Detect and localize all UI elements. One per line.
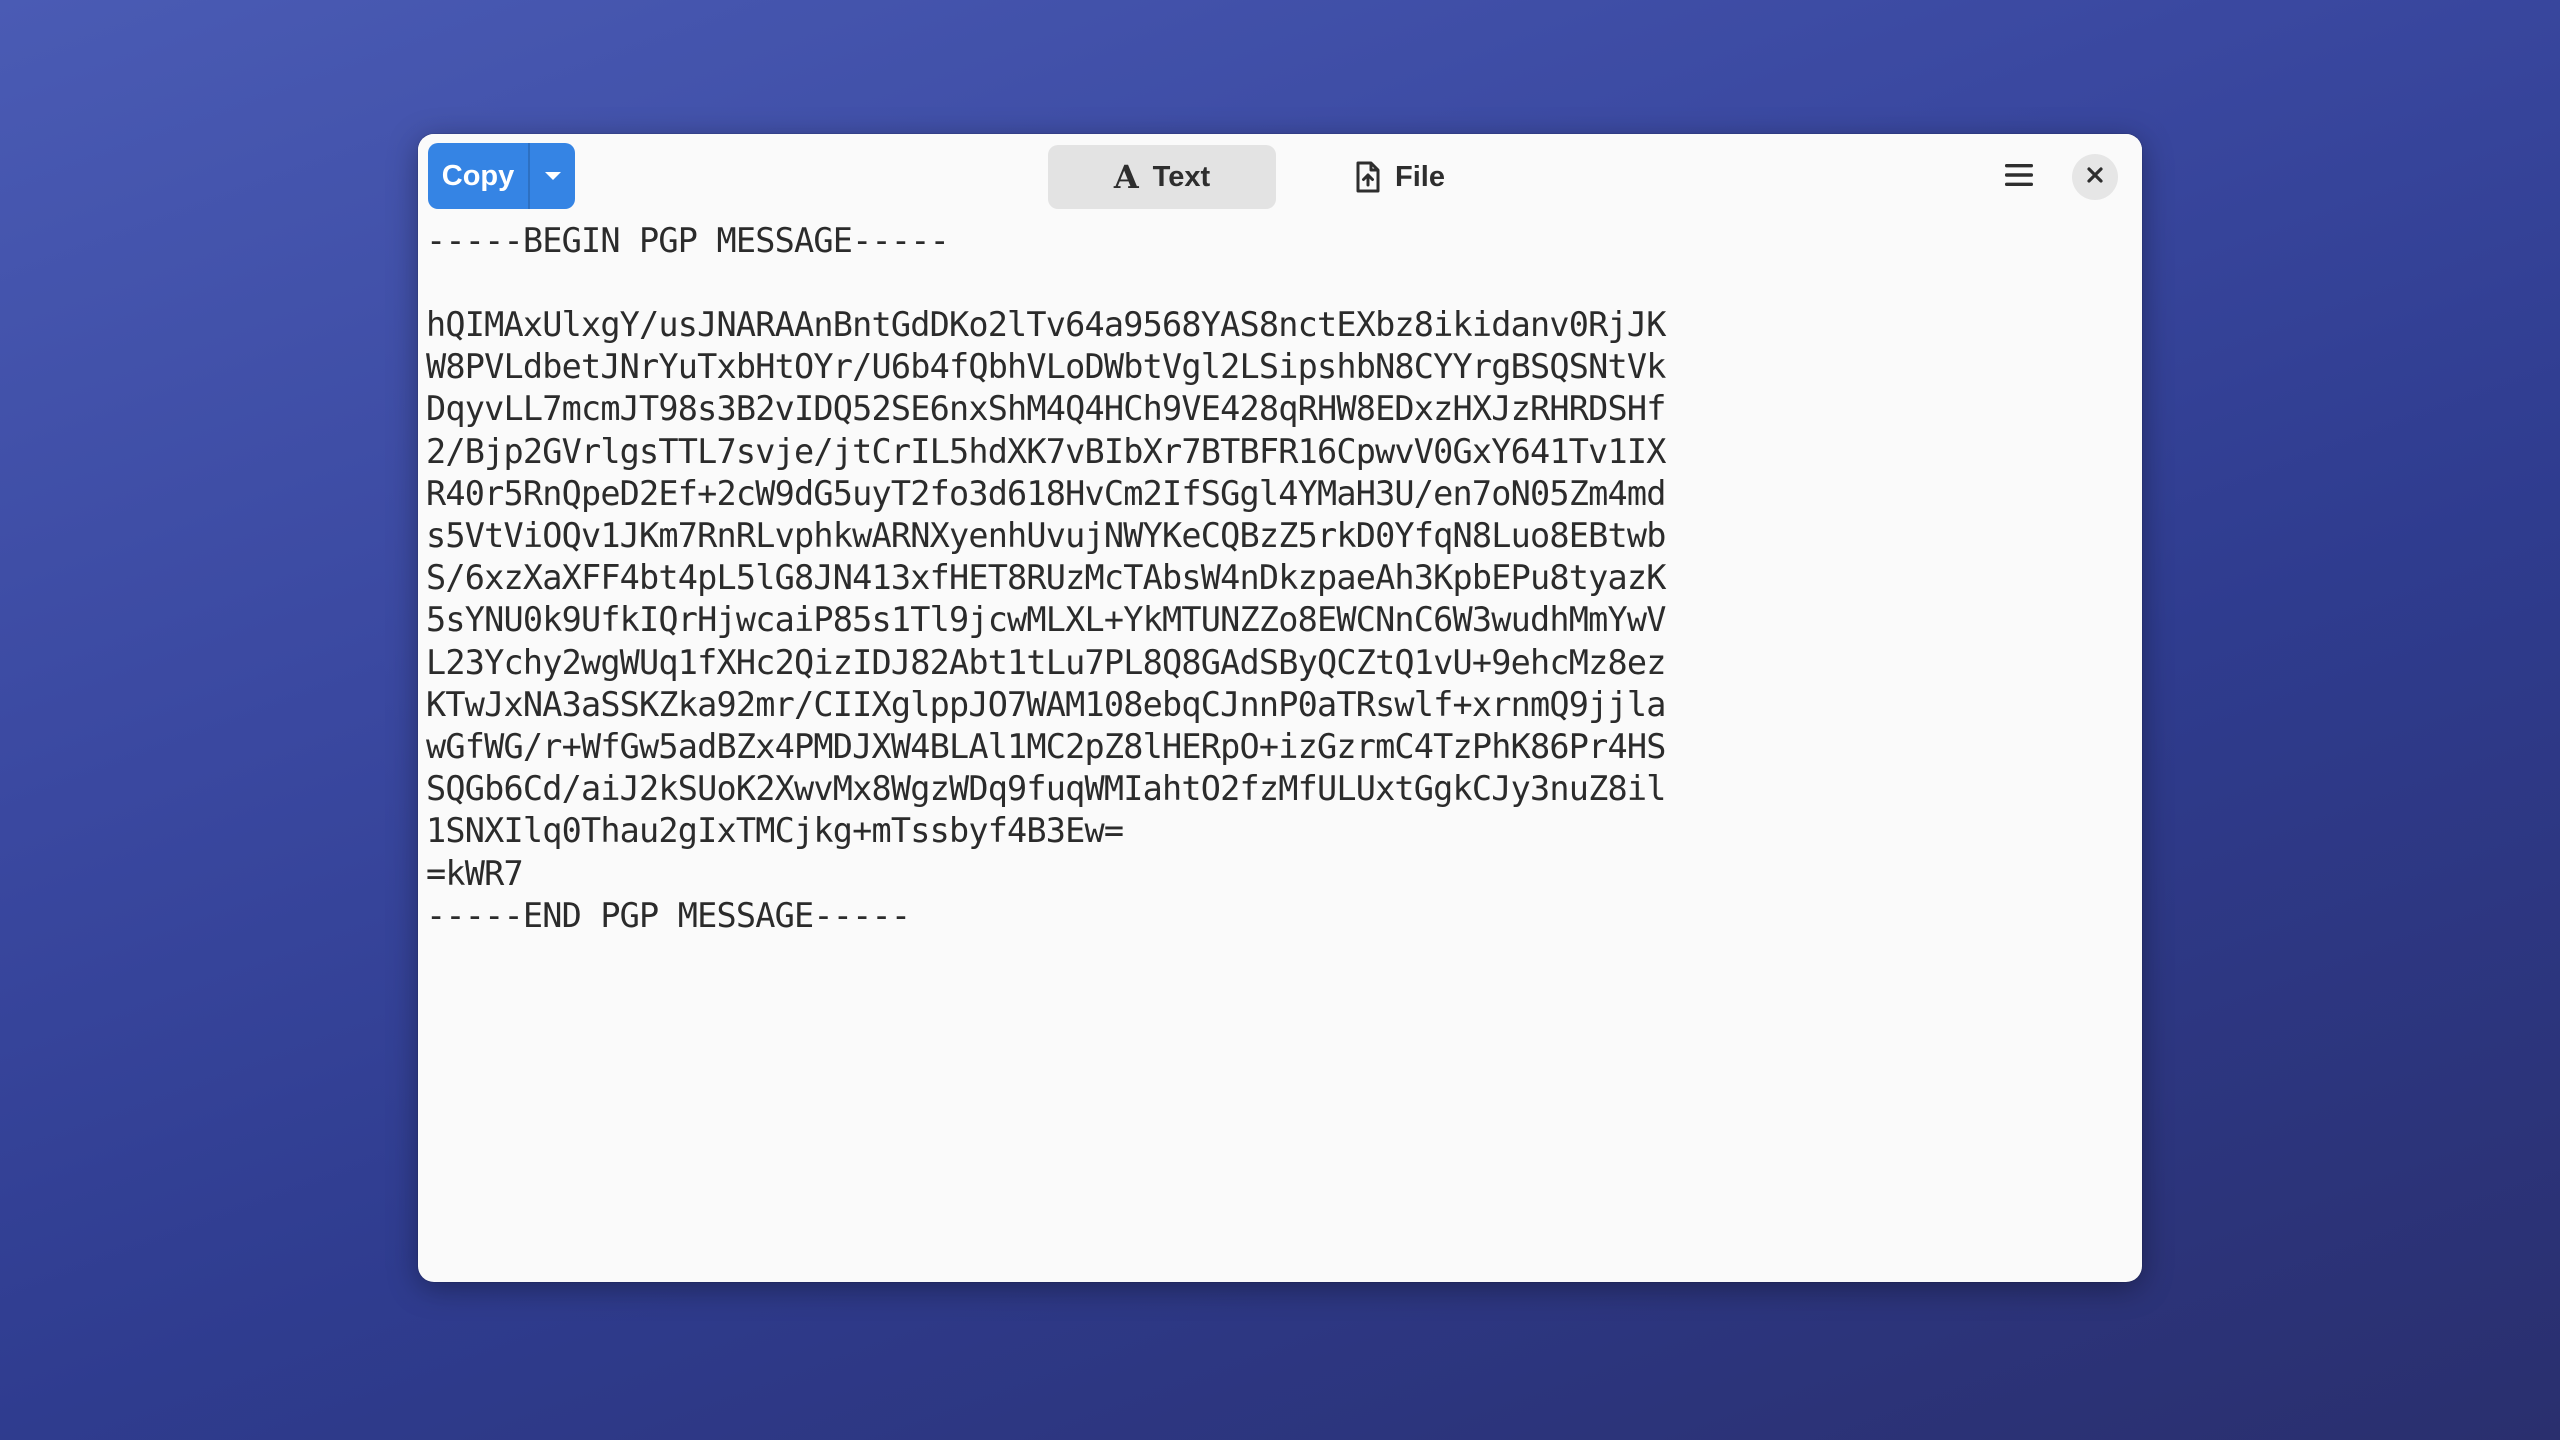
pgp-body-line: S/6xzXaXFF4bt4pL5lG8JN413xfHET8RUzMcTAbs… (426, 558, 1666, 598)
pgp-body-line: 2/Bjp2GVrlgsTTL7svje/jtCrIL5hdXK7vBIbXr7… (426, 431, 1666, 471)
close-button[interactable] (2072, 154, 2118, 200)
pgp-header: -----BEGIN PGP MESSAGE----- (426, 221, 950, 260)
pgp-body-line: wGfWG/r+WfGw5adBZx4PMDJXW4BLAl1MC2pZ8lHE… (426, 727, 1666, 766)
pgp-body-line: SQGb6Cd/aiJ2kSUoK2XwvMx8WgzWDq9fuqWMIaht… (426, 769, 1666, 809)
close-icon (2086, 166, 2104, 189)
pgp-body-line: L23Ychy2wgWUq1fXHc2QizIDJ82Abt1tLu7PL8Q8… (426, 642, 1666, 682)
main-menu-button[interactable] (1996, 154, 2042, 200)
pgp-body-line: hQIMAxUlxgY/usJNARAAnBntGdDKo2lTv64a9568… (426, 305, 1666, 344)
tab-file-label: File (1395, 160, 1445, 193)
mode-switcher: A Text File (1048, 145, 1514, 209)
pgp-body-line: R40r5RnQpeD2Ef+2cW9dG5uyT2fo3d618HvCm2If… (426, 473, 1666, 513)
hamburger-menu-icon (2004, 162, 2034, 193)
tab-text-label: Text (1152, 160, 1211, 193)
copy-options-dropdown[interactable] (530, 143, 575, 209)
document-icon (1355, 161, 1381, 193)
chevron-down-icon (544, 170, 562, 182)
pgp-body-line: s5VtViOQv1JKm7RnRLvphkwARNXyenhUvujNWYKe… (426, 516, 1666, 555)
copy-button[interactable]: Copy (428, 143, 530, 209)
pgp-body-line: 1SNXIlq0Thau2gIxTMCjkg+mTssbyf4B3Ew= (426, 811, 1124, 851)
app-window: Copy A Text File -----BEGIN PGP MESSAGE-… (418, 134, 2142, 1282)
pgp-body-line: 5sYNU0k9UfkIQrHjwcaiP85s1Tl9jcwMLXL+YkMT… (426, 600, 1666, 640)
pgp-body-line: W8PVLdbetJNrYuTxbHtOYr/U6b4fQbhVLoDWbtVg… (426, 347, 1666, 387)
message-text-area[interactable]: -----BEGIN PGP MESSAGE----- hQIMAxUlxgY/… (426, 220, 2142, 1282)
tab-text[interactable]: A Text (1048, 145, 1276, 209)
header-bar: Copy A Text File (418, 134, 2142, 220)
pgp-footer: -----END PGP MESSAGE----- (426, 895, 911, 935)
pgp-body-line: KTwJxNA3aSSKZka92mr/CIIXglppJO7WAM108ebq… (426, 684, 1666, 724)
pgp-body-line: DqyvLL7mcmJT98s3B2vIDQ52SE6nxShM4Q4HCh9V… (426, 389, 1666, 429)
text-format-icon: A (1113, 158, 1139, 196)
pgp-checksum: =kWR7 (426, 853, 524, 893)
tab-file[interactable]: File (1286, 145, 1514, 209)
copy-split-button: Copy (428, 143, 575, 209)
